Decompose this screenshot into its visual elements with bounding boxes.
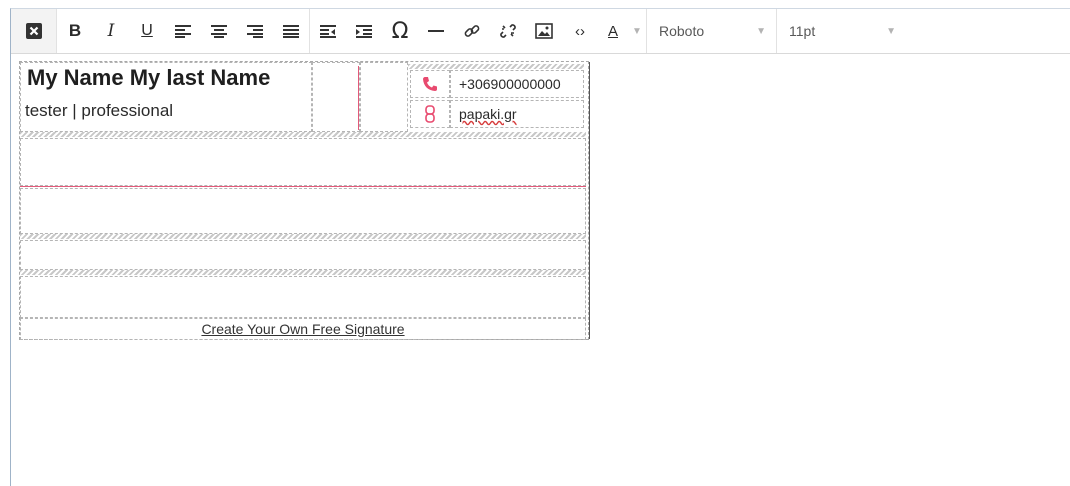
- text-color-icon[interactable]: A: [598, 9, 628, 53]
- chevron-down-icon: ▼: [756, 26, 766, 37]
- row-divider-2: [20, 234, 586, 239]
- link-icon-cell[interactable]: [410, 100, 450, 128]
- spacer-cell[interactable]: [312, 62, 360, 132]
- spacer-cell-2[interactable]: [360, 62, 408, 132]
- vertical-divider: [358, 66, 359, 130]
- indent-icon[interactable]: [346, 9, 382, 53]
- horizontal-divider: [20, 186, 586, 187]
- font-size-select[interactable]: 11pt ▼: [776, 9, 906, 53]
- signature-right-border: [589, 62, 590, 339]
- row-divider-1: [20, 132, 586, 137]
- rich-text-editor[interactable]: B I U Ω ‹› A ▼ Roboto ▼ 11pt ▼ My Name M…: [10, 8, 1070, 486]
- signature-table[interactable]: My Name My last Name tester | profession…: [19, 61, 590, 340]
- link-icon: [425, 105, 435, 123]
- align-justify-icon[interactable]: [273, 9, 309, 53]
- horizontal-line-icon[interactable]: [418, 9, 454, 53]
- align-center-icon[interactable]: [201, 9, 237, 53]
- font-family-select[interactable]: Roboto ▼: [646, 9, 776, 53]
- align-left-icon[interactable]: [165, 9, 201, 53]
- phone-icon: [423, 77, 437, 91]
- image-icon[interactable]: [526, 9, 562, 53]
- signature-name: My Name My last Name: [27, 65, 271, 90]
- outdent-icon[interactable]: [310, 9, 346, 53]
- editor-toolbar: B I U Ω ‹› A ▼ Roboto ▼ 11pt ▼: [11, 9, 1070, 54]
- empty-row-1[interactable]: [20, 138, 586, 186]
- chevron-down-icon[interactable]: ▼: [628, 9, 646, 53]
- signature-subtitle: tester | professional: [25, 101, 174, 120]
- editor-content[interactable]: My Name My last Name tester | profession…: [19, 61, 590, 340]
- name-cell[interactable]: My Name My last Name tester | profession…: [20, 62, 312, 132]
- chevron-down-icon: ▼: [886, 26, 896, 37]
- align-right-icon[interactable]: [237, 9, 273, 53]
- row-divider-3: [20, 270, 586, 275]
- phone-cell[interactable]: +306900000000: [450, 70, 584, 98]
- italic-icon[interactable]: I: [93, 9, 129, 53]
- text-color-letter: A: [607, 22, 618, 40]
- special-character-icon[interactable]: Ω: [382, 9, 418, 53]
- font-size-value: 11pt: [789, 23, 816, 39]
- website-cell[interactable]: papaki.gr: [450, 100, 584, 128]
- bold-icon[interactable]: B: [57, 9, 93, 53]
- create-signature-link[interactable]: Create Your Own Free Signature: [21, 321, 585, 337]
- font-family-value: Roboto: [659, 23, 705, 39]
- underline-icon[interactable]: U: [129, 9, 165, 53]
- contact-top-padding: [408, 64, 584, 69]
- empty-row-3[interactable]: [20, 240, 586, 270]
- phone-number: +306900000000: [459, 76, 561, 92]
- clear-formatting-icon[interactable]: [11, 9, 57, 53]
- phone-icon-cell[interactable]: [410, 70, 450, 98]
- empty-row-4[interactable]: [20, 276, 586, 318]
- empty-row-2[interactable]: [20, 188, 586, 234]
- link-icon[interactable]: [454, 9, 490, 53]
- source-code-icon[interactable]: ‹›: [562, 9, 598, 53]
- website-link[interactable]: papaki.gr: [459, 106, 517, 122]
- unlink-icon[interactable]: [490, 9, 526, 53]
- footer-cell[interactable]: Create Your Own Free Signature: [20, 318, 586, 340]
